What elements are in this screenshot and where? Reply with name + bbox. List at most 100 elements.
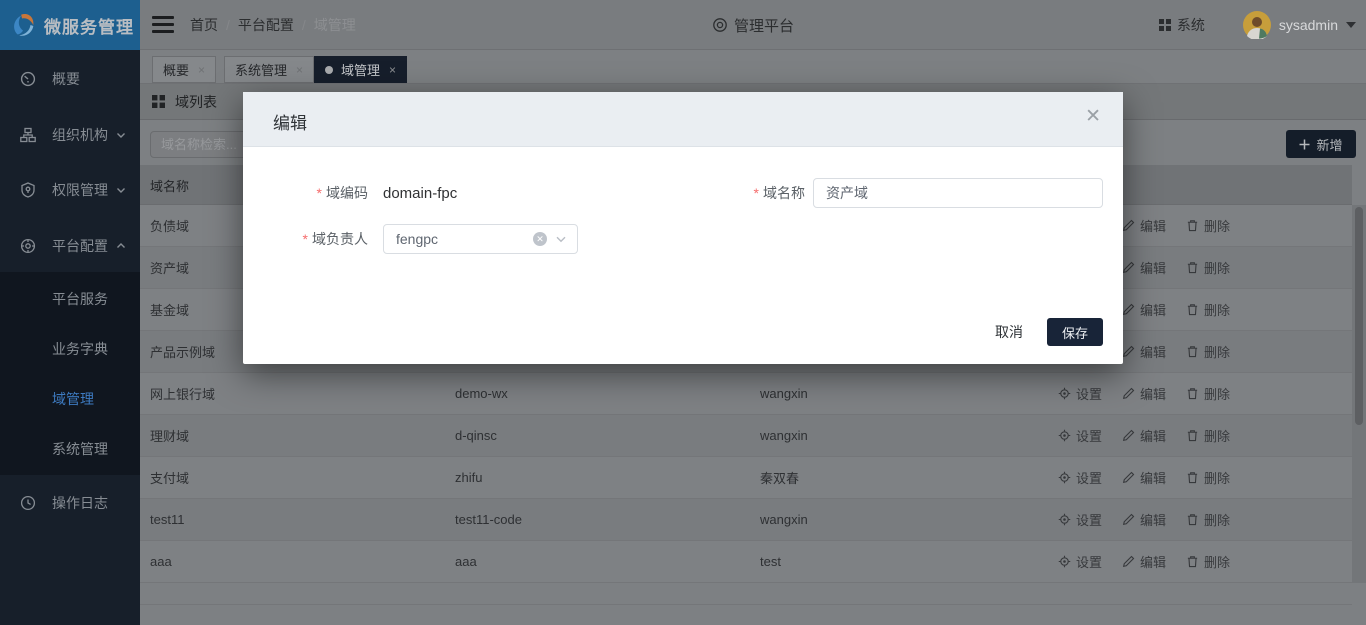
action-settings[interactable]: 设置	[1058, 426, 1102, 445]
table-row[interactable]: aaa aaa test 设置 编辑 删除	[140, 541, 1352, 583]
cancel-button[interactable]: 取消	[995, 322, 1023, 342]
action-edit[interactable]: 编辑	[1122, 468, 1166, 487]
sidebar-item-platform-config[interactable]: 平台配置	[0, 226, 140, 266]
action-settings[interactable]: 设置	[1058, 552, 1102, 571]
owner-selected-value: fengpc	[396, 231, 533, 247]
action-delete[interactable]: 删除	[1186, 342, 1230, 361]
cell-domain-code: demo-wx	[455, 373, 745, 414]
cell-domain-code: test11-code	[455, 499, 745, 540]
topbar: 首页 / 平台配置 / 域管理 管理平台 系统	[140, 0, 1366, 50]
cell-domain-owner: wangxin	[760, 373, 1050, 414]
action-edit[interactable]: 编辑	[1122, 342, 1166, 361]
cell-domain-code: aaa	[455, 541, 745, 582]
scrollbar-thumb[interactable]	[1355, 207, 1363, 425]
sidebar: 微服务管理 概要 组织机构	[0, 0, 140, 625]
cell-domain-code: d-qinsc	[455, 415, 745, 456]
action-delete[interactable]: 删除	[1186, 552, 1230, 571]
user-menu[interactable]: sysadmin	[1243, 11, 1356, 39]
section-title: 域列表	[175, 92, 217, 112]
domain-code-value: domain-fpc	[383, 178, 457, 208]
action-edit[interactable]: 编辑	[1122, 216, 1166, 235]
action-delete[interactable]: 删除	[1186, 426, 1230, 445]
action-settings[interactable]: 设置	[1058, 384, 1102, 403]
sidebar-item-overview[interactable]: 概要	[0, 59, 140, 99]
app-title: 微服务管理	[44, 13, 134, 38]
domain-owner-select[interactable]: fengpc ✕	[383, 224, 578, 254]
action-delete[interactable]: 删除	[1186, 384, 1230, 403]
domain-name-input[interactable]	[813, 178, 1103, 208]
shield-icon	[20, 182, 36, 198]
dashboard-icon	[20, 71, 36, 87]
action-delete[interactable]: 删除	[1186, 258, 1230, 277]
cell-domain-name: aaa	[150, 541, 440, 582]
grid-icon	[152, 95, 165, 108]
cell-domain-name: 网上银行域	[150, 373, 440, 414]
app-root: 微服务管理 概要 组织机构	[0, 0, 1366, 625]
dialog-close-icon[interactable]: ✕	[1085, 107, 1101, 126]
close-icon[interactable]: ×	[389, 63, 396, 77]
clear-icon[interactable]: ✕	[533, 232, 547, 246]
close-icon[interactable]: ×	[198, 63, 205, 77]
action-delete[interactable]: 删除	[1186, 216, 1230, 235]
active-dot-icon	[325, 66, 333, 74]
table-empty-row	[140, 583, 1352, 605]
username: sysadmin	[1279, 17, 1338, 33]
table-row[interactable]: 理财域 d-qinsc wangxin 设置 编辑 删除	[140, 415, 1352, 457]
plus-icon	[1299, 139, 1310, 150]
caret-down-icon	[1346, 22, 1356, 28]
action-delete[interactable]: 删除	[1186, 510, 1230, 529]
chevron-down-icon	[116, 185, 126, 195]
tab-system-management[interactable]: 系统管理 ×	[224, 56, 314, 83]
save-button[interactable]: 保存	[1047, 318, 1103, 346]
chevron-down-icon	[116, 130, 126, 140]
action-edit[interactable]: 编辑	[1122, 552, 1166, 571]
system-menu[interactable]: 系统	[1159, 15, 1205, 35]
table-row[interactable]: 网上银行域 demo-wx wangxin 设置 编辑 删除	[140, 373, 1352, 415]
edit-dialog: 编辑 ✕ * 域编码 domain-fpc * 域名称 * 域负责人 fengp…	[243, 92, 1123, 364]
close-icon[interactable]: ×	[296, 63, 303, 77]
cell-domain-owner: 秦双春	[760, 457, 1050, 498]
action-edit[interactable]: 编辑	[1122, 426, 1166, 445]
cell-domain-owner: wangxin	[760, 499, 1050, 540]
sidebar-item-organization[interactable]: 组织机构	[0, 115, 140, 155]
domain-name-label: * 域名称	[680, 178, 805, 208]
platform-config-submenu: 平台服务 业务字典 域管理 系统管理	[0, 272, 140, 475]
action-edit[interactable]: 编辑	[1122, 384, 1166, 403]
sidebar-subitem-platform-services[interactable]: 平台服务	[0, 279, 140, 319]
table-row[interactable]: 支付域 zhifu 秦双春 设置 编辑 删除	[140, 457, 1352, 499]
chevron-up-icon	[116, 241, 126, 251]
action-edit[interactable]: 编辑	[1122, 300, 1166, 319]
tab-strip: 概要 × 系统管理 × 域管理 ×	[140, 50, 1366, 84]
app-logo: 微服务管理	[0, 0, 140, 50]
log-icon	[20, 495, 36, 511]
cell-domain-owner: test	[760, 541, 1050, 582]
action-edit[interactable]: 编辑	[1122, 510, 1166, 529]
logo-flame-icon	[8, 10, 38, 40]
cell-domain-name: 理财域	[150, 415, 440, 456]
action-delete[interactable]: 删除	[1186, 468, 1230, 487]
eye-icon	[712, 17, 728, 33]
action-settings[interactable]: 设置	[1058, 510, 1102, 529]
cell-domain-owner: wangxin	[760, 415, 1050, 456]
sidebar-subitem-system-management[interactable]: 系统管理	[0, 429, 140, 469]
action-delete[interactable]: 删除	[1186, 300, 1230, 319]
dialog-header: 编辑 ✕	[243, 92, 1123, 147]
org-icon	[20, 127, 36, 143]
gear-icon	[20, 238, 36, 254]
table-row[interactable]: test11 test11-code wangxin 设置 编辑	[140, 499, 1352, 541]
sidebar-item-permissions[interactable]: 权限管理	[0, 170, 140, 210]
cell-domain-name: 支付域	[150, 457, 440, 498]
tab-overview[interactable]: 概要 ×	[152, 56, 216, 83]
cell-domain-name: test11	[150, 499, 440, 540]
domain-code-label: * 域编码	[243, 178, 368, 208]
cell-domain-code: zhifu	[455, 457, 745, 498]
sidebar-subitem-business-dictionary[interactable]: 业务字典	[0, 329, 140, 369]
tab-domain-management[interactable]: 域管理 ×	[314, 56, 407, 83]
sidebar-subitem-domain-management[interactable]: 域管理	[0, 379, 140, 419]
add-button[interactable]: 新增	[1286, 130, 1356, 158]
dialog-title: 编辑	[273, 109, 307, 134]
sidebar-item-operation-log[interactable]: 操作日志	[0, 483, 140, 523]
chevron-down-icon	[555, 233, 567, 245]
action-edit[interactable]: 编辑	[1122, 258, 1166, 277]
action-settings[interactable]: 设置	[1058, 468, 1102, 487]
